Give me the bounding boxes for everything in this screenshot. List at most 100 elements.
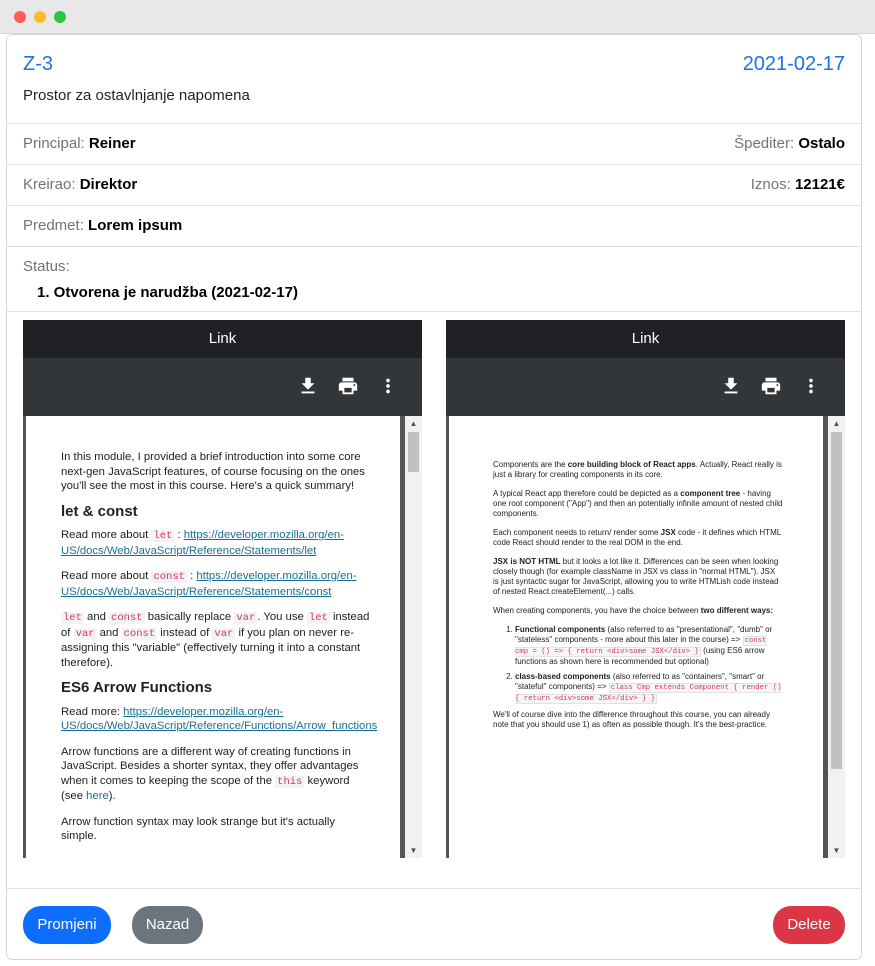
print-icon[interactable]: [760, 375, 782, 397]
kreirao-row: Kreirao: Direktor Iznos: 12121€: [7, 165, 861, 206]
predmet-value: Lorem ipsum: [88, 217, 183, 234]
edit-button[interactable]: Promjeni: [23, 906, 111, 944]
paragraph-4: JSX is NOT HTML but it looks a lot like …: [493, 557, 783, 597]
text-bold: JSX is NOT HTML: [493, 557, 561, 566]
scroll-down-icon[interactable]: ▼: [405, 843, 422, 858]
viewer-title[interactable]: Link: [23, 320, 422, 358]
text-bold: two different ways:: [700, 606, 774, 615]
scrollbar[interactable]: ▲ ▼: [828, 416, 845, 858]
status-row: Status: 1. Otvorena je narudžba (2021-02…: [7, 247, 861, 312]
viewer-toolbar: [446, 358, 845, 416]
paragraph-2: A typical React app therefore could be d…: [493, 489, 783, 519]
paragraph-arrow-2: Arrow function syntax may look strange b…: [61, 815, 336, 843]
order-code: Z-3: [23, 53, 53, 75]
inline-code: var: [234, 612, 258, 624]
inline-code: let: [151, 530, 175, 542]
page-content: Components are the core building block o…: [493, 460, 783, 739]
text-bold: JSX: [660, 528, 676, 537]
maximize-window-button[interactable]: [54, 11, 66, 23]
paragraph-5: When creating components, you have the c…: [493, 606, 783, 616]
paragraph-replace-var: let and const basically replace var. You…: [61, 610, 371, 670]
text: :: [177, 529, 181, 541]
print-icon[interactable]: [337, 375, 359, 397]
text: When creating components, you have the c…: [493, 606, 699, 615]
document-page: In this module, I provided a brief intro…: [26, 416, 400, 858]
download-icon[interactable]: [297, 375, 319, 397]
text: and: [99, 626, 119, 639]
download-icon[interactable]: [720, 375, 742, 397]
kreirao-label: Kreirao:: [23, 176, 76, 193]
list-item: class-based components (also referred to…: [515, 672, 783, 704]
text: and: [87, 611, 106, 623]
window-titlebar: [0, 0, 875, 34]
viewer-body: In this module, I provided a brief intro…: [23, 416, 422, 858]
kreirao-value: Direktor: [79, 176, 138, 193]
status-item: 1. Otvorena je narudžba (2021-02-17): [37, 284, 298, 301]
predmet-row: Predmet: Lorem ipsum: [7, 206, 861, 247]
spediter-value: Ostalo: [798, 135, 845, 152]
inline-code: const: [151, 571, 187, 583]
more-vert-icon[interactable]: [377, 375, 399, 397]
order-header: Z-3 2021-02-17 Prostor za ostavlnjanje n…: [7, 35, 861, 124]
component-types-list: Functional components (also referred to …: [515, 625, 783, 704]
text: Each component needs to return/ render s…: [493, 528, 659, 537]
text: Read more about: [61, 570, 149, 582]
order-date: 2021-02-17: [742, 53, 845, 75]
pdf-viewer-2[interactable]: Link Components are the core building bl…: [446, 320, 845, 858]
list-item: Functional components (also referred to …: [515, 625, 783, 667]
heading-let-const: let & const: [61, 502, 138, 520]
paragraph-arrow-link: Read more: https://developer.mozilla.org…: [61, 705, 377, 734]
paragraph-1: Components are the core building block o…: [493, 460, 783, 480]
viewer-body: Components are the core building block o…: [446, 416, 845, 858]
inline-code: var: [212, 627, 236, 640]
text: instead of: [160, 626, 210, 639]
text: Components are the: [493, 460, 566, 469]
card-footer: Promjeni Nazad Delete: [7, 888, 861, 959]
close-window-button[interactable]: [14, 11, 26, 23]
text-bold: class-based components: [515, 672, 611, 681]
order-card: Z-3 2021-02-17 Prostor za ostavlnjanje n…: [6, 34, 862, 960]
text: Read more about: [61, 529, 149, 541]
text-bold: core building block of React apps: [567, 460, 696, 469]
paragraph-const: Read more about const : https://develope…: [61, 569, 371, 599]
scroll-up-icon[interactable]: ▲: [405, 416, 422, 431]
pdf-viewer-1[interactable]: Link In this module, I provided a brief …: [23, 320, 422, 858]
intro-paragraph: In this module, I provided a brief intro…: [61, 451, 365, 492]
page-content: In this module, I provided a brief intro…: [61, 450, 377, 855]
status-label: Status:: [23, 258, 70, 275]
text: Read more:: [61, 705, 121, 718]
heading-arrow-functions: ES6 Arrow Functions: [61, 679, 213, 696]
inline-code: var: [73, 627, 97, 640]
text-bold: Functional components: [515, 625, 606, 634]
text: :: [190, 570, 194, 582]
back-button[interactable]: Nazad: [132, 906, 203, 944]
paragraph-6: We'll of course dive into the difference…: [493, 710, 770, 729]
paragraph-3: Each component needs to return/ render s…: [493, 528, 783, 548]
viewer-toolbar: [23, 358, 422, 416]
inline-code: this: [275, 775, 305, 788]
scroll-down-icon[interactable]: ▼: [828, 843, 845, 858]
predmet-label: Predmet:: [23, 217, 84, 234]
scroll-thumb[interactable]: [831, 432, 842, 769]
iznos-value: 12121€: [794, 176, 845, 193]
more-vert-icon[interactable]: [800, 375, 822, 397]
viewer-title[interactable]: Link: [446, 320, 845, 358]
spediter-label: Špediter:: [734, 135, 795, 152]
text-bold: component tree: [680, 489, 741, 498]
iznos-label: Iznos:: [750, 176, 791, 193]
delete-button[interactable]: Delete: [773, 906, 845, 944]
document-page: Components are the core building block o…: [449, 416, 823, 858]
scroll-thumb[interactable]: [408, 432, 419, 472]
minimize-window-button[interactable]: [34, 11, 46, 23]
scrollbar[interactable]: ▲ ▼: [405, 416, 422, 858]
text: A typical React app therefore could be d…: [493, 489, 679, 498]
text: ).: [108, 790, 116, 802]
scroll-up-icon[interactable]: ▲: [828, 416, 845, 431]
order-note: Prostor za ostavlnjanje napomena: [23, 87, 250, 104]
principal-row: Principal: Reiner Špediter: Ostalo: [7, 124, 861, 165]
link-here[interactable]: here: [86, 790, 109, 802]
principal-value: Reiner: [88, 135, 136, 152]
inline-code: let: [61, 612, 84, 624]
inline-code: const: [121, 627, 158, 640]
paragraph-arrow-1: Arrow functions are a different way of c…: [61, 745, 371, 804]
